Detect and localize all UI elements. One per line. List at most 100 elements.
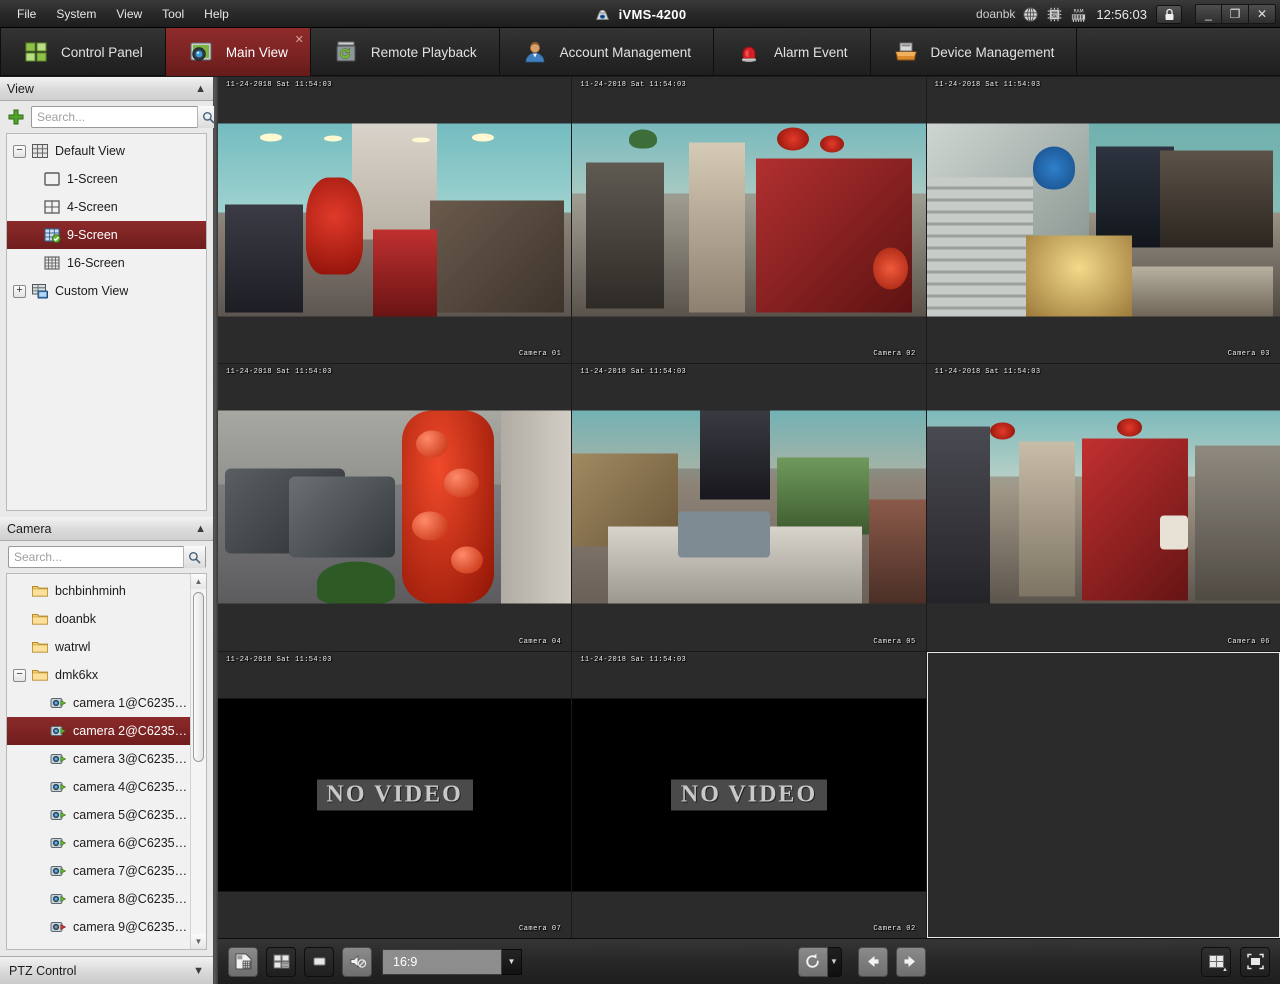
chevron-up-icon[interactable]: ▲ [1222, 967, 1228, 973]
next-page-button[interactable] [895, 946, 926, 977]
video-pane-9[interactable] [926, 651, 1280, 938]
chevron-up-icon[interactable]: ▲ [195, 523, 206, 535]
aspect-ratio-value[interactable]: 16:9 [382, 948, 502, 975]
tree-item-1-screen[interactable]: 1-Screen [7, 165, 206, 193]
cpu-icon[interactable]: CPU [1046, 6, 1063, 23]
tab-label: Remote Playback [370, 44, 477, 60]
capture-picture-button[interactable] [228, 946, 258, 977]
collapse-toggle-icon[interactable]: − [13, 668, 26, 682]
globe-icon[interactable] [1022, 6, 1039, 23]
video-pane-7[interactable]: NO VIDEO 11-24-2018 Sat 11:54:03 Camera … [218, 651, 572, 938]
menu-help[interactable]: Help [195, 3, 238, 25]
camera-searchbox[interactable] [8, 546, 206, 568]
video-pane-2[interactable]: 11-24-2018 Sat 11:54:03 Camera 02 [572, 77, 926, 364]
camera-search-button[interactable] [183, 546, 205, 568]
menu-system[interactable]: System [47, 3, 105, 25]
chevron-down-icon[interactable]: ▼ [502, 948, 522, 975]
tree-item-label: watrwl [55, 640, 91, 654]
list-item-camera-2[interactable]: camera 2@C623511... [7, 717, 190, 745]
magnifier-icon [189, 551, 201, 563]
tab-main-view[interactable]: Main View ✕ [165, 28, 311, 76]
tree-item-folder-dmk6kx[interactable]: − dmk6kx [7, 661, 190, 689]
multi-window-button[interactable] [266, 946, 296, 977]
close-button[interactable]: ✕ [1249, 4, 1276, 24]
list-item-camera-9[interactable]: camera 9@C623511... [7, 913, 190, 941]
view-search-input[interactable] [32, 107, 197, 127]
chevron-up-icon[interactable]: ▲ [195, 83, 206, 95]
tree-item-4-screen[interactable]: 4-Screen [7, 193, 206, 221]
app-title: iVMS-4200 [618, 6, 687, 22]
tree-item-9-screen[interactable]: 9-Screen [7, 221, 206, 249]
stop-all-button[interactable] [304, 946, 334, 977]
capture-icon [235, 953, 251, 970]
view-searchbox[interactable] [31, 106, 220, 128]
tab-device-management[interactable]: Device Management [871, 28, 1078, 76]
view-panel-header[interactable]: View ▲ [0, 77, 213, 101]
tree-item-folder-bchbinhminh[interactable]: bchbinhminh [7, 577, 190, 605]
mute-all-button[interactable] [342, 946, 372, 977]
scrollbar-thumb[interactable] [193, 592, 204, 762]
menu-file[interactable]: File [8, 3, 45, 25]
list-item-camera-1[interactable]: camera 1@C623511... [7, 689, 190, 717]
video-stream-2 [572, 123, 926, 317]
scroll-down-icon[interactable]: ▼ [191, 934, 206, 949]
main-tab-bar: Control Panel Main View ✕ Remote Playbac… [0, 28, 1280, 76]
control-panel-icon [25, 42, 47, 62]
video-pane-3[interactable]: 11-24-2018 Sat 11:54:03 Camera 03 [926, 77, 1280, 364]
menu-view[interactable]: View [107, 3, 151, 25]
video-pane-6[interactable]: 11-24-2018 Sat 11:54:03 Camera 06 [926, 364, 1280, 651]
multi-window-icon [273, 954, 289, 969]
auto-switch-dropdown[interactable]: ▼ [827, 946, 842, 977]
ram-icon[interactable]: RAM [1070, 6, 1087, 23]
tree-item-label: bchbinhminh [55, 584, 126, 598]
menu-tool[interactable]: Tool [153, 3, 193, 25]
chevron-down-icon[interactable]: ▼ [193, 965, 204, 977]
collapse-toggle-icon[interactable]: − [13, 144, 26, 158]
tab-control-panel[interactable]: Control Panel [0, 28, 166, 76]
aspect-ratio-selector[interactable]: 16:9 ▼ [382, 948, 522, 975]
list-item-camera-6[interactable]: camera 6@C623511... [7, 829, 190, 857]
camera-online-icon [50, 726, 67, 736]
tab-remote-playback[interactable]: Remote Playback [311, 28, 500, 76]
list-item-camera-7[interactable]: camera 7@C623511... [7, 857, 190, 885]
previous-page-button[interactable] [857, 946, 888, 977]
video-pane-5[interactable]: 11-24-2018 Sat 11:54:03 Camera 05 [572, 364, 926, 651]
pane-osd-timestamp: 11-24-2018 Sat 11:54:03 [226, 368, 332, 377]
video-pane-8[interactable]: NO VIDEO 11-24-2018 Sat 11:54:03 Camera … [572, 651, 926, 938]
tab-label: Device Management [930, 44, 1055, 60]
tree-item-folder-doanbk[interactable]: doanbk [7, 605, 190, 633]
video-pane-4[interactable]: 11-24-2018 Sat 11:54:03 Camera 04 [218, 364, 572, 651]
pane-camera-label: Camera 04 [519, 637, 562, 646]
window-division-button[interactable]: ▲ [1201, 946, 1231, 977]
close-icon[interactable]: ✕ [295, 33, 304, 46]
camera-search-input[interactable] [9, 547, 183, 567]
list-item-camera-3[interactable]: camera 3@C623511... [7, 745, 190, 773]
minimize-button[interactable]: _ [1195, 4, 1222, 24]
tree-item-folder-watrwl[interactable]: watrwl [7, 633, 190, 661]
add-view-button[interactable] [6, 107, 26, 127]
list-item-camera-4[interactable]: camera 4@C623511... [7, 773, 190, 801]
tab-alarm-event[interactable]: Alarm Event [714, 28, 871, 76]
camera-panel-header[interactable]: Camera ▲ [0, 517, 213, 541]
lock-button[interactable] [1156, 4, 1182, 24]
restore-button[interactable]: ❐ [1222, 4, 1249, 24]
video-stream-5 [572, 410, 926, 604]
ptz-control-header[interactable]: PTZ Control ▼ [0, 956, 213, 984]
list-item-camera-5[interactable]: camera 5@C623511... [7, 801, 190, 829]
fullscreen-button[interactable] [1240, 946, 1270, 977]
tree-item-label: Default View [55, 144, 125, 158]
expand-toggle-icon[interactable]: + [13, 284, 26, 298]
video-stream-8: NO VIDEO [572, 698, 926, 892]
scroll-up-icon[interactable]: ▲ [191, 574, 206, 589]
tab-account-management[interactable]: Account Management [500, 28, 714, 76]
tree-item-16-screen[interactable]: 16-Screen [7, 249, 206, 277]
tree-item-custom-view[interactable]: + Custom View [7, 277, 206, 305]
camera-list-scrollbar[interactable]: ▲ ▼ [190, 574, 206, 949]
video-pane-1[interactable]: 11-24-2018 Sat 11:54:03 Camera 01 [218, 77, 572, 364]
auto-switch-button[interactable] [797, 946, 828, 977]
auto-switch-group[interactable]: ▼ [797, 946, 842, 977]
list-item-camera-8[interactable]: camera 8@C623511... [7, 885, 190, 913]
tree-item-default-view[interactable]: − Default View [7, 137, 206, 165]
tab-label: Control Panel [61, 44, 143, 60]
camera-online-icon [50, 782, 67, 792]
